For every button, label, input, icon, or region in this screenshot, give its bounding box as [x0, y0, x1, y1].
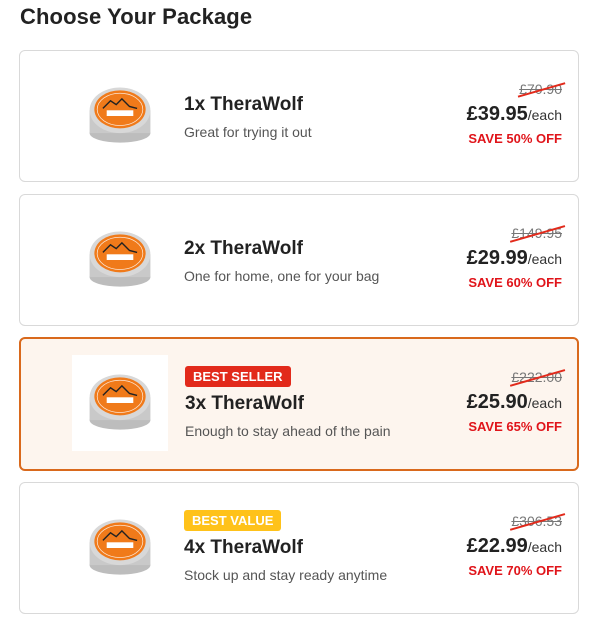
- save-label: SAVE 50% OFF: [468, 131, 562, 146]
- price-unit: /each: [527, 251, 562, 267]
- price: £22.99: [466, 535, 528, 557]
- package-option-3x[interactable]: BEST SELLER 3x TheraWolf Enough to stay …: [19, 337, 579, 471]
- package-option-4x[interactable]: BEST VALUE 4x TheraWolf Stock up and sta…: [19, 482, 579, 614]
- save-label: SAVE 70% OFF: [468, 563, 562, 578]
- original-price: £70.90: [519, 81, 562, 97]
- package-title: 2x TheraWolf: [184, 238, 303, 259]
- therawolf-tin-icon: [89, 87, 151, 143]
- package-subtitle: Enough to stay ahead of the pain: [185, 423, 391, 439]
- product-image: [72, 68, 168, 164]
- save-label: SAVE 65% OFF: [468, 419, 562, 434]
- package-subtitle: One for home, one for your bag: [184, 268, 380, 284]
- package-subtitle: Stock up and stay ready anytime: [184, 567, 388, 583]
- package-title: 3x TheraWolf: [185, 393, 304, 414]
- save-label: SAVE 60% OFF: [468, 275, 562, 290]
- price: £29.99: [466, 247, 528, 269]
- price: £39.95: [466, 103, 528, 125]
- original-price: £149.95: [511, 225, 562, 241]
- page-title: Choose Your Package: [20, 4, 253, 29]
- product-image: [72, 500, 168, 596]
- package-subtitle: Great for trying it out: [184, 124, 312, 140]
- price-unit: /each: [527, 539, 562, 555]
- price-unit: /each: [527, 395, 562, 411]
- original-price: £306.53: [511, 513, 562, 529]
- best-seller-badge: BEST SELLER: [185, 366, 291, 387]
- product-image: [72, 212, 168, 308]
- original-price: £222.00: [511, 369, 562, 385]
- therawolf-tin-icon: [89, 519, 151, 575]
- package-option-2x[interactable]: 2x TheraWolf One for home, one for your …: [19, 194, 579, 326]
- price: £25.90: [466, 391, 528, 413]
- package-title: 1x TheraWolf: [184, 94, 303, 115]
- package-option-1x[interactable]: 1x TheraWolf Great for trying it out £70…: [19, 50, 579, 182]
- package-title: 4x TheraWolf: [184, 537, 303, 558]
- product-image: [72, 355, 168, 451]
- therawolf-tin-icon: [89, 231, 151, 287]
- therawolf-tin-icon: [89, 374, 151, 430]
- price-unit: /each: [527, 107, 562, 123]
- best-value-badge: BEST VALUE: [184, 510, 282, 531]
